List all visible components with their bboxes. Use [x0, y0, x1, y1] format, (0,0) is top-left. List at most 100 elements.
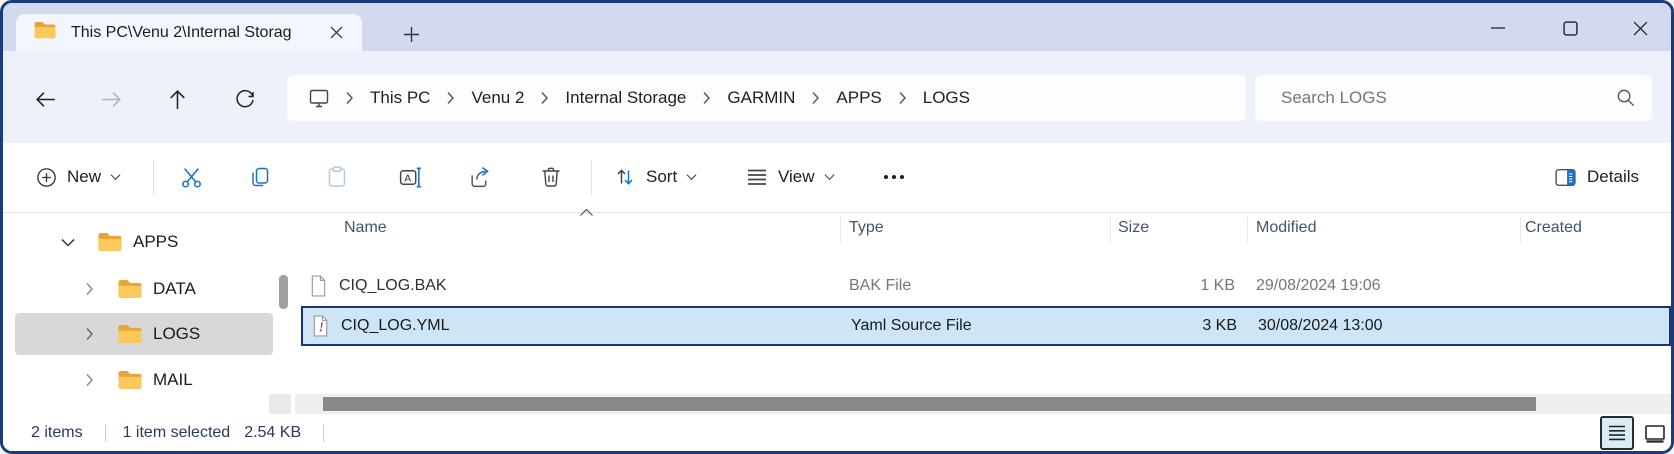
chevron-right-icon[interactable] — [446, 91, 455, 105]
breadcrumb-this-pc[interactable]: This PC — [364, 84, 436, 112]
close-icon — [1633, 21, 1648, 36]
content-divider — [3, 212, 1671, 213]
more-dots-icon — [881, 164, 907, 190]
column-divider[interactable] — [1247, 217, 1248, 243]
chevron-down-icon — [824, 173, 835, 181]
sidebar-item-apps[interactable]: APPS — [3, 223, 275, 261]
details-pane-label: Details — [1587, 167, 1639, 187]
cut-button[interactable] — [168, 157, 214, 197]
refresh-icon — [233, 87, 257, 111]
sidebar-scrollbar-thumb[interactable] — [279, 275, 288, 309]
file-modified: 30/08/2024 13:00 — [1258, 317, 1383, 335]
close-window-button[interactable] — [1616, 11, 1664, 45]
search-input[interactable] — [1255, 75, 1652, 121]
view-lines-icon — [745, 165, 769, 189]
column-header-modified[interactable]: Modified — [1256, 219, 1316, 237]
monitor-icon[interactable] — [307, 86, 331, 110]
more-options-button[interactable] — [871, 157, 917, 197]
column-header-size[interactable]: Size — [1118, 219, 1149, 237]
file-row-ciq-log-bak[interactable]: CIQ_LOG.BAK BAK File 1 KB 29/08/2024 19:… — [301, 266, 1671, 306]
maximize-icon — [1563, 21, 1578, 36]
sort-button[interactable]: Sort — [603, 157, 707, 197]
thumbnails-view-toggle-button[interactable] — [1641, 420, 1668, 447]
column-header-name[interactable]: Name — [344, 219, 387, 237]
sidebar-item-data[interactable]: DATA — [3, 270, 275, 308]
thumbnails-view-icon — [1643, 422, 1667, 446]
folder-icon — [117, 324, 143, 345]
rename-icon: A — [398, 165, 423, 190]
chevron-right-icon[interactable] — [85, 373, 94, 387]
status-divider — [323, 424, 324, 442]
details-view-icon — [1607, 424, 1627, 442]
sidebar-item-logs[interactable]: LOGS — [3, 315, 275, 353]
sidebar-item-label: APPS — [133, 232, 178, 252]
column-divider[interactable] — [1520, 217, 1521, 243]
column-header-type[interactable]: Type — [849, 219, 884, 237]
column-divider[interactable] — [840, 217, 841, 243]
file-name: CIQ_LOG.BAK — [339, 277, 447, 295]
delete-button[interactable] — [528, 157, 574, 197]
chevron-right-icon[interactable] — [811, 91, 820, 105]
chevron-right-icon[interactable] — [85, 282, 94, 296]
column-header-created[interactable]: Created — [1525, 219, 1582, 237]
new-tab-button[interactable] — [395, 19, 427, 49]
column-divider[interactable] — [1110, 217, 1111, 243]
chevron-right-icon[interactable] — [345, 91, 354, 105]
rename-button[interactable]: A — [387, 157, 433, 197]
file-modified: 29/08/2024 19:06 — [1256, 277, 1381, 295]
sidebar-item-label: MAIL — [153, 370, 193, 390]
sort-arrows-icon — [613, 165, 637, 189]
cut-icon — [179, 165, 204, 190]
new-button[interactable]: New — [25, 157, 131, 197]
breadcrumb-garmin[interactable]: GARMIN — [721, 84, 801, 112]
tab-close-button[interactable] — [321, 18, 351, 48]
copy-button[interactable] — [237, 157, 283, 197]
chevron-right-icon[interactable] — [702, 91, 711, 105]
share-button[interactable] — [457, 157, 503, 197]
view-button[interactable]: View — [735, 157, 845, 197]
tab-bar: This PC\Venu 2\Internal Storag — [3, 3, 1671, 51]
file-size: 3 KB — [1112, 317, 1237, 335]
paste-icon — [325, 165, 349, 189]
breadcrumb-internal-storage[interactable]: Internal Storage — [559, 84, 692, 112]
status-divider — [105, 424, 106, 442]
paste-button[interactable] — [314, 157, 360, 197]
refresh-button[interactable] — [223, 79, 267, 119]
magnifier-icon[interactable] — [1615, 87, 1636, 113]
file-explorer-window: This PC\Venu 2\Internal Storag — [0, 0, 1674, 454]
chevron-right-icon[interactable] — [540, 91, 549, 105]
toolbar-divider — [591, 160, 592, 195]
chevron-right-icon[interactable] — [898, 91, 907, 105]
item-count: 2 items — [31, 424, 83, 442]
file-row-ciq-log-yml[interactable]: ! CIQ_LOG.YML Yaml Source File 3 KB 30/0… — [301, 306, 1671, 346]
folder-icon — [33, 21, 57, 45]
up-button[interactable] — [155, 79, 199, 119]
horizontal-scrollbar-thumb[interactable] — [323, 397, 1536, 411]
scrollbar-corner — [269, 394, 291, 414]
minimize-button[interactable] — [1474, 11, 1522, 45]
explorer-tab[interactable]: This PC\Venu 2\Internal Storag — [16, 14, 362, 51]
minimize-icon — [1491, 21, 1505, 35]
breadcrumb-logs[interactable]: LOGS — [917, 84, 976, 112]
sidebar-item-mail[interactable]: MAIL — [3, 361, 275, 399]
details-pane-icon — [1553, 165, 1578, 190]
details-view-toggle-button[interactable] — [1600, 416, 1634, 450]
breadcrumb-apps[interactable]: APPS — [830, 84, 887, 112]
toolbar-divider — [153, 160, 154, 195]
back-button[interactable] — [23, 79, 67, 119]
horizontal-scrollbar-track[interactable] — [295, 394, 1671, 414]
svg-text:A: A — [404, 173, 411, 184]
chevron-right-icon[interactable] — [85, 327, 94, 341]
selection-size: 2.54 KB — [244, 424, 301, 442]
forward-button[interactable] — [89, 79, 133, 119]
plus-icon — [404, 27, 419, 42]
details-pane-button[interactable]: Details — [1543, 157, 1649, 197]
back-arrow-icon — [33, 87, 58, 112]
breadcrumb-venu-2[interactable]: Venu 2 — [465, 84, 530, 112]
command-toolbar: New A Sort View — [3, 143, 1671, 212]
folder-icon — [117, 279, 143, 300]
chevron-down-icon[interactable] — [61, 238, 75, 247]
maximize-button[interactable] — [1546, 11, 1594, 45]
file-type: Yaml Source File — [851, 317, 972, 335]
file-type: BAK File — [849, 277, 911, 295]
